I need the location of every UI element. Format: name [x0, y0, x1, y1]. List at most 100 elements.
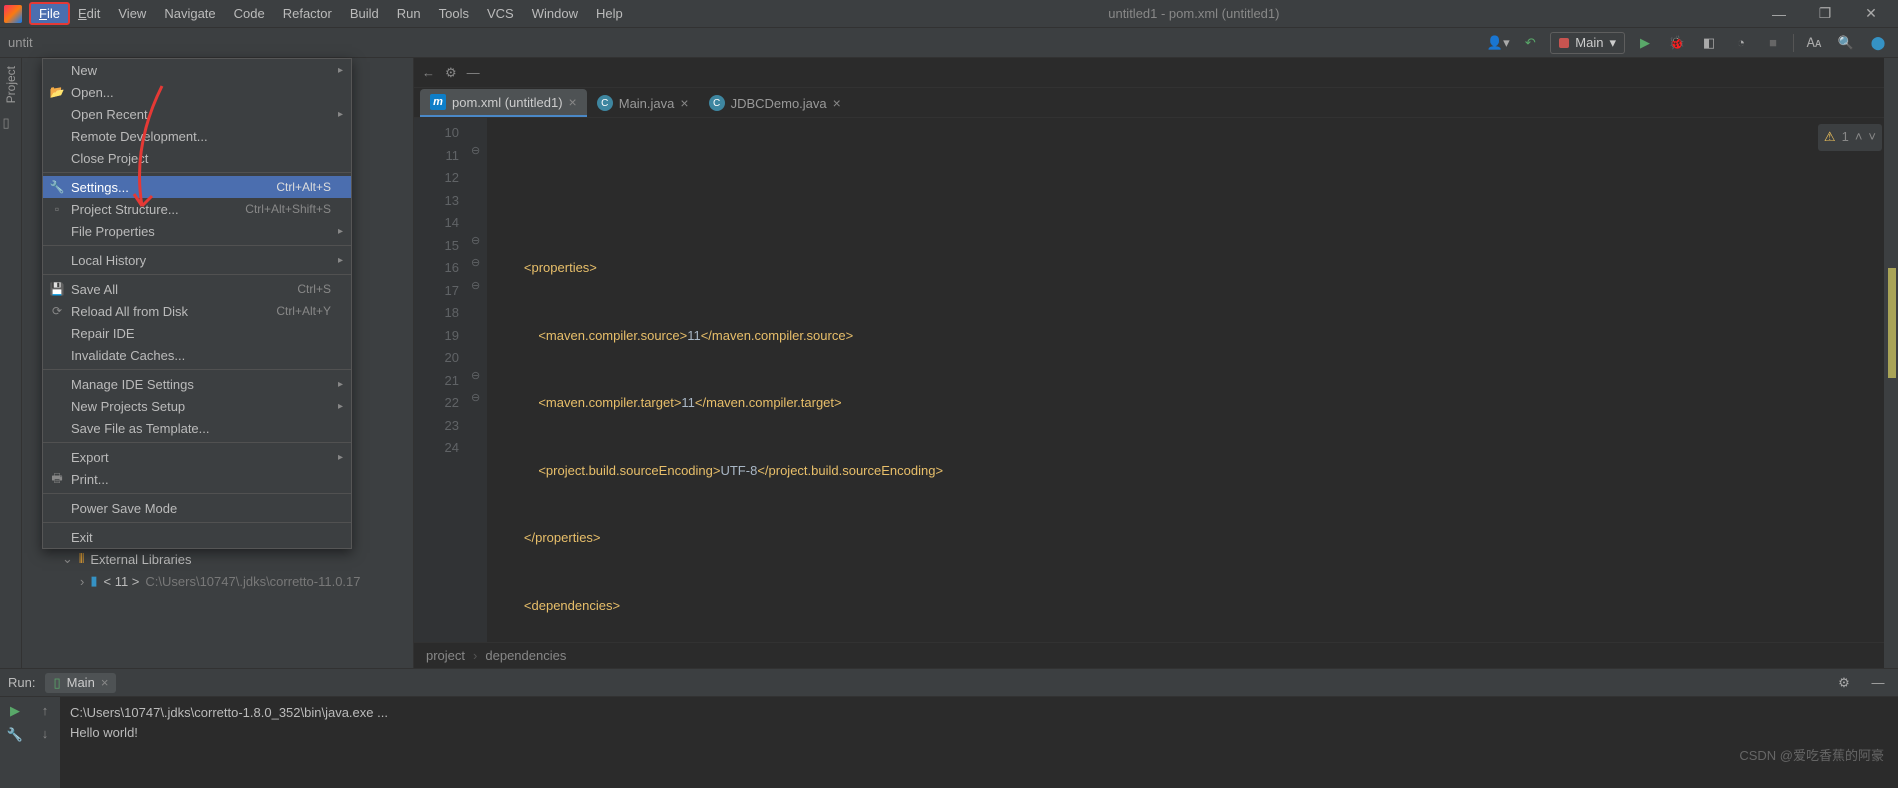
project-tool-button[interactable]: Project	[4, 66, 18, 103]
code-content[interactable]: <properties> <maven.compiler.source>11</…	[487, 118, 1898, 642]
inspections-widget[interactable]: ⚠ 1 ˄ ˅	[1818, 124, 1882, 151]
debug-button[interactable]: 🐞	[1665, 31, 1689, 55]
editor-tabs: m pom.xml (untitled1) × C Main.java × C …	[414, 88, 1898, 118]
menu-edit[interactable]: Edit	[69, 3, 109, 24]
menu-view[interactable]: View	[109, 3, 155, 24]
separator	[43, 442, 351, 443]
gear-icon[interactable]: ⚙	[1832, 671, 1856, 695]
separator	[43, 522, 351, 523]
fold-icon[interactable]: ⊖	[471, 256, 480, 269]
coverage-button[interactable]: ◧	[1697, 31, 1721, 55]
tab-jdbcdemo-java[interactable]: C JDBCDemo.java ×	[699, 89, 851, 117]
menu-help[interactable]: Help	[587, 3, 632, 24]
profile-button[interactable]: ◔	[1729, 31, 1753, 55]
ide-update-icon[interactable]: ⬤	[1866, 31, 1890, 55]
menu-build[interactable]: Build	[341, 3, 388, 24]
up-icon[interactable]: ↑	[42, 703, 49, 718]
run-configuration-selector[interactable]: Main ▾	[1550, 32, 1625, 54]
marker-warning[interactable]	[1888, 268, 1896, 378]
fold-icon[interactable]: ⊖	[471, 234, 480, 247]
menu-navigate[interactable]: Navigate	[155, 3, 224, 24]
folder-open-icon: 📂	[49, 85, 65, 99]
menu-invalidate-caches[interactable]: Invalidate Caches...	[43, 344, 351, 366]
wrench-icon[interactable]: 🔧	[7, 727, 23, 743]
close-icon[interactable]: ×	[569, 94, 577, 110]
fold-icon[interactable]: ⊖	[471, 144, 480, 157]
tree-jdk[interactable]: › ▮ < 11 > C:\Users\10747\.jdks\corretto…	[80, 570, 361, 592]
menu-window[interactable]: Window	[523, 3, 587, 24]
menubar: File Edit View Navigate Code Refactor Bu…	[0, 0, 1898, 28]
menu-new-projects-setup[interactable]: New Projects Setup▸	[43, 395, 351, 417]
close-icon[interactable]: ×	[101, 675, 109, 690]
menu-new[interactable]: New▸	[43, 59, 351, 81]
menu-save-all[interactable]: 💾Save AllCtrl+S	[43, 278, 351, 300]
wrench-icon: 🔧	[49, 180, 65, 194]
menu-open-recent[interactable]: Open Recent▸	[43, 103, 351, 125]
tab-pom-xml[interactable]: m pom.xml (untitled1) ×	[420, 89, 587, 117]
chevron-down-icon[interactable]: ˅	[1868, 126, 1876, 149]
menu-tools[interactable]: Tools	[430, 3, 478, 24]
menu-code[interactable]: Code	[225, 3, 274, 24]
crumb[interactable]: dependencies	[485, 648, 566, 663]
file-menu-popup: New▸ 📂Open... Open Recent▸ Remote Develo…	[42, 58, 352, 549]
fold-icon[interactable]: ⊖	[471, 369, 480, 382]
tree-label: < 11 >	[104, 574, 140, 589]
code-editor[interactable]: 101112131415161718192021222324 ⊖ ⊖ ⊖ ⊖ ⊖…	[414, 118, 1898, 642]
run-button[interactable]: ▶	[1633, 31, 1657, 55]
tree-external-libraries[interactable]: ⌄ ⫴ External Libraries	[62, 548, 361, 570]
warning-count: 1	[1842, 126, 1849, 149]
close-icon[interactable]: ×	[833, 95, 841, 111]
menu-reload-from-disk[interactable]: ⟳Reload All from DiskCtrl+Alt+Y	[43, 300, 351, 322]
console-output[interactable]: C:\Users\10747\.jdks\corretto-1.8.0_352\…	[60, 697, 1898, 788]
menu-project-structure[interactable]: ▫Project Structure...Ctrl+Alt+Shift+S	[43, 198, 351, 220]
stop-square-icon	[1559, 38, 1569, 48]
maximize-button[interactable]: ❐	[1802, 5, 1848, 22]
down-icon[interactable]: ↓	[42, 726, 49, 741]
close-button[interactable]: ✕	[1848, 5, 1894, 22]
java-class-icon: C	[709, 95, 725, 111]
menu-open[interactable]: 📂Open...	[43, 81, 351, 103]
back-icon[interactable]: ↶	[1518, 31, 1542, 55]
close-icon[interactable]: ×	[680, 95, 688, 111]
expand-icon[interactable]: ⌄	[62, 551, 73, 567]
menu-print[interactable]: 🖶Print...	[43, 468, 351, 490]
minimize-button[interactable]: —	[1756, 6, 1802, 22]
menu-run[interactable]: Run	[388, 3, 430, 24]
library-icon: ▮	[90, 573, 97, 589]
gear-icon[interactable]: ⚙	[445, 65, 457, 81]
menu-exit[interactable]: Exit	[43, 526, 351, 548]
rerun-button[interactable]: ▶	[10, 703, 20, 719]
menu-refactor[interactable]: Refactor	[274, 3, 341, 24]
menu-settings[interactable]: 🔧Settings...Ctrl+Alt+S	[43, 176, 351, 198]
collapse-icon[interactable]: —	[467, 65, 480, 80]
run-config-icon: ▯	[53, 675, 60, 691]
menu-repair-ide[interactable]: Repair IDE	[43, 322, 351, 344]
hide-icon[interactable]: —	[1866, 671, 1890, 695]
fold-icon[interactable]: ⊖	[471, 279, 480, 292]
menu-local-history[interactable]: Local History▸	[43, 249, 351, 271]
menu-manage-ide-settings[interactable]: Manage IDE Settings▸	[43, 373, 351, 395]
menu-power-save[interactable]: Power Save Mode	[43, 497, 351, 519]
expand-icon[interactable]: ›	[80, 574, 84, 589]
user-icon[interactable]: 👤▾	[1486, 31, 1510, 55]
menu-remote-dev[interactable]: Remote Development...	[43, 125, 351, 147]
menu-file[interactable]: File	[30, 3, 69, 24]
menu-file-properties[interactable]: File Properties▸	[43, 220, 351, 242]
search-everywhere-button[interactable]: 🔍	[1834, 31, 1858, 55]
stop-button[interactable]: ■	[1761, 31, 1785, 55]
menu-vcs[interactable]: VCS	[478, 3, 523, 24]
chevron-up-icon[interactable]: ˄	[1855, 126, 1863, 149]
menu-save-file-template[interactable]: Save File as Template...	[43, 417, 351, 439]
navigation-bar: untit 👤▾ ↶ Main ▾ ▶ 🐞 ◧ ◔ ■ 🗛 🔍 ⬤	[0, 28, 1898, 58]
right-tool-stripe	[1884, 58, 1898, 668]
menu-close-project[interactable]: Close Project	[43, 147, 351, 169]
bookmarks-icon[interactable]: ▯	[3, 115, 19, 131]
run-tab-main[interactable]: ▯ Main ×	[45, 673, 116, 693]
tab-main-java[interactable]: C Main.java ×	[587, 89, 699, 117]
print-icon: 🖶	[49, 469, 65, 490]
back-arrow-icon[interactable]: ←	[422, 65, 435, 80]
crumb[interactable]: project	[426, 648, 465, 663]
translate-icon[interactable]: 🗛	[1802, 31, 1826, 55]
menu-export[interactable]: Export▸	[43, 446, 351, 468]
fold-icon[interactable]: ⊖	[471, 391, 480, 404]
